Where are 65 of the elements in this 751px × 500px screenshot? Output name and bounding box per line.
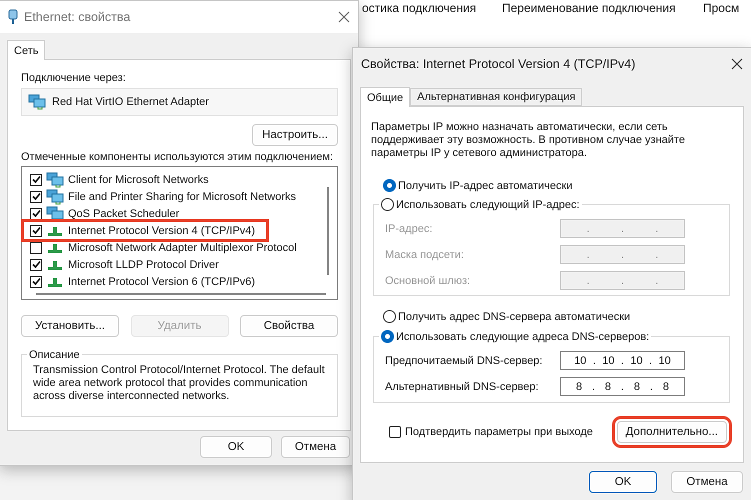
scrollbar[interactable] [327,187,329,275]
field-label: Предпочитаемый DNS-сервер: [385,354,542,366]
checkbox[interactable] [30,174,42,186]
dialog-button[interactable]: Отмена [281,436,350,458]
checkbox[interactable] [30,224,42,236]
radio-option[interactable]: Получить адрес DNS-сервера автоматически [383,310,731,323]
close-icon[interactable] [731,58,743,70]
field-label: Основной шлюз: [385,274,470,286]
radio-option[interactable]: Использовать следующие адреса DNS-серверов: [381,330,650,343]
protocol-icon [46,258,64,270]
toolbar-item[interactable]: Просм [703,1,740,15]
component-item[interactable]: Client for Microsoft Networks [28,171,299,188]
toolbar-item[interactable]: Переименование подключения [502,1,676,15]
dialog-button[interactable]: OK [589,471,657,493]
radio-button[interactable] [381,330,394,343]
checkbox[interactable] [30,190,42,202]
checkbox[interactable] [30,208,42,220]
dialog-button[interactable]: OK [200,436,272,458]
dialog-title: Свойства: Internet Protocol Version 4 (TCP/IPv4) [361,57,636,71]
radio-option[interactable]: Получить IP-адрес автоматически [383,179,731,192]
tab[interactable]: Общие [360,87,410,107]
connect-using-label: Подключение через: [21,72,127,84]
action-button[interactable]: Свойства [240,315,338,337]
window-title: Ethernet: свойства [24,10,132,24]
toolbar-item[interactable]: остика подключения [362,1,476,15]
protocol-icon [46,224,64,236]
radio-button[interactable] [383,179,396,192]
component-item[interactable]: Internet Protocol Version 6 (TCP/IPv6) [28,273,299,290]
tab[interactable]: Сеть [7,40,46,60]
scrollbar[interactable] [36,293,326,295]
component-item[interactable]: Internet Protocol Version 4 (TCP/IPv4) [24,222,266,239]
component-item[interactable]: File and Printer Sharing for Microsoft Networks [28,188,299,205]
group-title: Описание [29,348,80,360]
field-label: IP-адрес: [385,222,432,234]
close-icon[interactable] [338,11,350,23]
protocol-icon [46,276,64,288]
action-button[interactable]: Установить... [21,315,119,337]
radio-button[interactable] [383,310,396,323]
field-label: Маска подсети: [385,248,464,260]
network-computer-icon [46,188,64,204]
components-label: Отмеченные компоненты используются этим подключением: [21,151,334,163]
radio-option[interactable]: Использовать следующий IP-адрес: [381,198,580,211]
checkbox[interactable] [30,276,42,288]
checkbox[interactable] [30,258,42,270]
component-item[interactable]: Microsoft Network Adapter Multiplexor Protocol [28,239,299,256]
checkbox[interactable] [389,426,401,438]
validate-checkbox-option[interactable]: Подтвердить параметры при выходе [389,426,593,438]
field-label: Альтернативный DNS-сервер: [385,380,539,392]
adapter-name: Red Hat VirtIO Ethernet Adapter [52,96,209,108]
intro-text: Параметры IP можно назначать автоматически, если сеть поддерживает эту возможность. В противном случае узнайте параметры IP у сетевого администратора. [371,121,686,160]
ip-address-field[interactable]: 8 . 8 . 8 . 8 [560,377,685,396]
ip-address-field[interactable]: 10 . 10 . 10 . 10 [560,351,685,370]
ethernet-icon [8,9,18,25]
network-computer-icon [46,172,64,188]
component-item[interactable]: Microsoft LLDP Protocol Driver [28,256,299,273]
protocol-icon [46,242,64,254]
tab[interactable]: Альтернативная конфигурация [410,88,582,106]
checkbox[interactable] [30,242,42,254]
description-text: Transmission Control Protocol/Internet Protocol. The default wide area network protocol that provides communication across diverse interconnected networks. [33,364,326,403]
component-item[interactable]: QoS Packet Scheduler [28,205,299,222]
configure-button[interactable]: Настроить... [252,124,338,146]
radio-button[interactable] [381,198,394,211]
network-computer-icon [46,206,64,222]
network-adapter-icon [28,94,46,110]
dialog-button[interactable]: Отмена [671,471,743,493]
